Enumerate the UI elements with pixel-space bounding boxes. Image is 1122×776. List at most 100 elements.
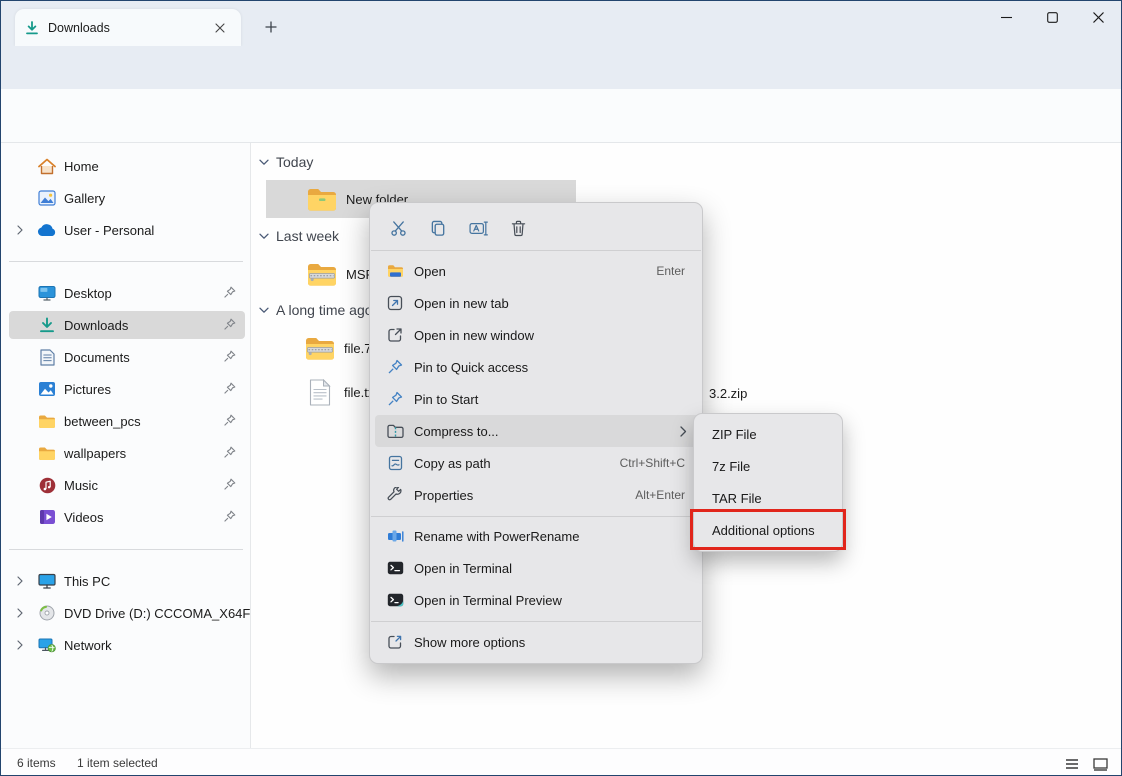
sidebar-item-downloads[interactable]: Downloads (9, 311, 245, 339)
group-header-today[interactable]: Today (259, 154, 313, 170)
pin-icon (223, 414, 237, 428)
sidebar-item-music[interactable]: Music (9, 471, 245, 499)
copy-as-path-icon (386, 454, 404, 472)
menu-item-open-in-terminal-preview[interactable]: Open in Terminal Preview (375, 584, 699, 616)
sidebar-item-user-personal[interactable]: User - Personal (9, 216, 245, 244)
submenu-arrow-icon (680, 425, 687, 437)
menu-divider (371, 621, 701, 622)
sidebar-item-label: This PC (64, 573, 111, 589)
music-icon (37, 475, 57, 495)
sidebar-item-desktop[interactable]: Desktop (9, 279, 245, 307)
menu-item-properties[interactable]: Properties Alt+Enter (375, 479, 699, 511)
item-count-label: 6 items (17, 756, 56, 770)
menu-item-label: Open in new tab (414, 295, 509, 311)
close-button[interactable] (1075, 1, 1121, 33)
pin-icon (223, 510, 237, 524)
pin-icon (223, 478, 237, 492)
delete-icon[interactable] (498, 213, 538, 243)
wrench-icon (386, 486, 404, 504)
new-tab-button[interactable] (257, 14, 285, 40)
maximize-button[interactable] (1029, 1, 1075, 33)
sidebar-item-label: wallpapers (64, 445, 127, 461)
sidebar-item-pictures[interactable]: Pictures (9, 375, 245, 403)
chevron-right-icon[interactable] (17, 576, 29, 586)
submenu-item-tar-file[interactable]: TAR File (698, 482, 840, 514)
menu-item-shortcut: Ctrl+Shift+C (619, 456, 685, 470)
menu-item-label: Pin to Quick access (414, 359, 529, 375)
copy-icon[interactable] (418, 213, 458, 243)
tab-downloads[interactable]: Downloads (15, 9, 241, 46)
terminal-icon (386, 559, 404, 577)
context-menu: Open Enter Open in new tab Open in new w… (369, 202, 703, 664)
pin-icon (223, 446, 237, 460)
command-toolbar: New Sort (1, 89, 1121, 216)
sidebar-item-home[interactable]: Home (9, 152, 245, 180)
menu-item-shortcut: Enter (656, 264, 685, 278)
chevron-right-icon[interactable] (17, 225, 29, 235)
onedrive-cloud-icon (37, 220, 57, 240)
menu-item-pin-to-start[interactable]: Pin to Start (375, 383, 699, 415)
menu-item-open[interactable]: Open Enter (375, 255, 699, 287)
rename-icon[interactable] (458, 213, 498, 243)
folder-icon (306, 184, 338, 214)
group-header-label: Last week (276, 228, 340, 244)
pin-icon (223, 318, 237, 332)
menu-item-rename-with-powerrename[interactable]: Rename with PowerRename (375, 520, 699, 552)
navigation-pane: Home Gallery User - Personal Desktop Dow… (1, 143, 294, 748)
menu-item-open-in-terminal[interactable]: Open in Terminal (375, 552, 699, 584)
group-header-label: Today (276, 154, 314, 170)
menu-item-pin-to-quick-access[interactable]: Pin to Quick access (375, 351, 699, 383)
zip-folder-icon (306, 259, 338, 289)
menu-item-label: Compress to... (414, 423, 499, 439)
partial-file-name[interactable]: 3.2.zip (709, 386, 747, 401)
sidebar-item-gallery[interactable]: Gallery (9, 184, 245, 212)
cut-icon[interactable] (378, 213, 418, 243)
open-new-tab-icon (386, 294, 404, 312)
sidebar-item-label: Documents (64, 349, 130, 365)
tab-close-icon[interactable] (209, 17, 231, 39)
desktop-icon (37, 283, 57, 303)
chevron-down-icon[interactable] (259, 307, 269, 314)
group-header-last-week[interactable]: Last week (259, 228, 339, 244)
sidebar-item-label: Pictures (64, 381, 111, 397)
pictures-icon (37, 379, 57, 399)
group-header-label: A long time ago (276, 302, 373, 318)
submenu-item-7z-file[interactable]: 7z File (698, 450, 840, 482)
large-thumbnails-view-icon[interactable] (1089, 754, 1111, 774)
address-bar: Downloads (1, 46, 1121, 126)
menu-item-copy-as-path[interactable]: Copy as path Ctrl+Shift+C (375, 447, 699, 479)
sidebar-item-documents[interactable]: Documents (9, 343, 245, 371)
pin-icon (386, 358, 404, 376)
chevron-right-icon[interactable] (17, 640, 29, 650)
window-controls (983, 1, 1121, 33)
sidebar-item-dvd-drive[interactable]: DVD Drive (D:) CCCOMA_X64FRE_EN (9, 599, 294, 627)
details-view-icon[interactable] (1061, 754, 1083, 774)
compress-submenu: ZIP File 7z File TAR File Additional opt… (693, 413, 843, 552)
chevron-down-icon[interactable] (259, 159, 269, 166)
gallery-icon (37, 188, 57, 208)
chevron-right-icon[interactable] (17, 608, 29, 618)
sidebar-item-network[interactable]: Network (9, 631, 245, 659)
menu-item-label: Copy as path (414, 455, 491, 471)
documents-icon (37, 347, 57, 367)
sidebar-separator (9, 549, 243, 550)
submenu-item-additional-options[interactable]: Additional options (698, 514, 840, 546)
text-file-icon (304, 377, 336, 407)
menu-item-compress-to[interactable]: Compress to... (375, 415, 699, 447)
group-header-a-long-time-ago[interactable]: A long time ago (259, 302, 373, 318)
zip-folder-icon (304, 333, 336, 363)
menu-item-open-in-new-tab[interactable]: Open in new tab (375, 287, 699, 319)
sidebar-item-videos[interactable]: Videos (9, 503, 245, 531)
sidebar-item-wallpapers[interactable]: wallpapers (9, 439, 245, 467)
sidebar-item-between-pcs[interactable]: between_pcs (9, 407, 245, 435)
folder-icon (37, 443, 57, 463)
menu-item-open-in-new-window[interactable]: Open in new window (375, 319, 699, 351)
menu-item-show-more-options[interactable]: Show more options (375, 626, 699, 658)
chevron-down-icon[interactable] (259, 233, 269, 240)
minimize-button[interactable] (983, 1, 1029, 33)
compress-zip-icon (386, 422, 404, 440)
sidebar-item-this-pc[interactable]: This PC (9, 567, 245, 595)
submenu-item-zip-file[interactable]: ZIP File (698, 418, 840, 450)
pin-icon (223, 382, 237, 396)
context-menu-quick-actions (378, 213, 538, 243)
